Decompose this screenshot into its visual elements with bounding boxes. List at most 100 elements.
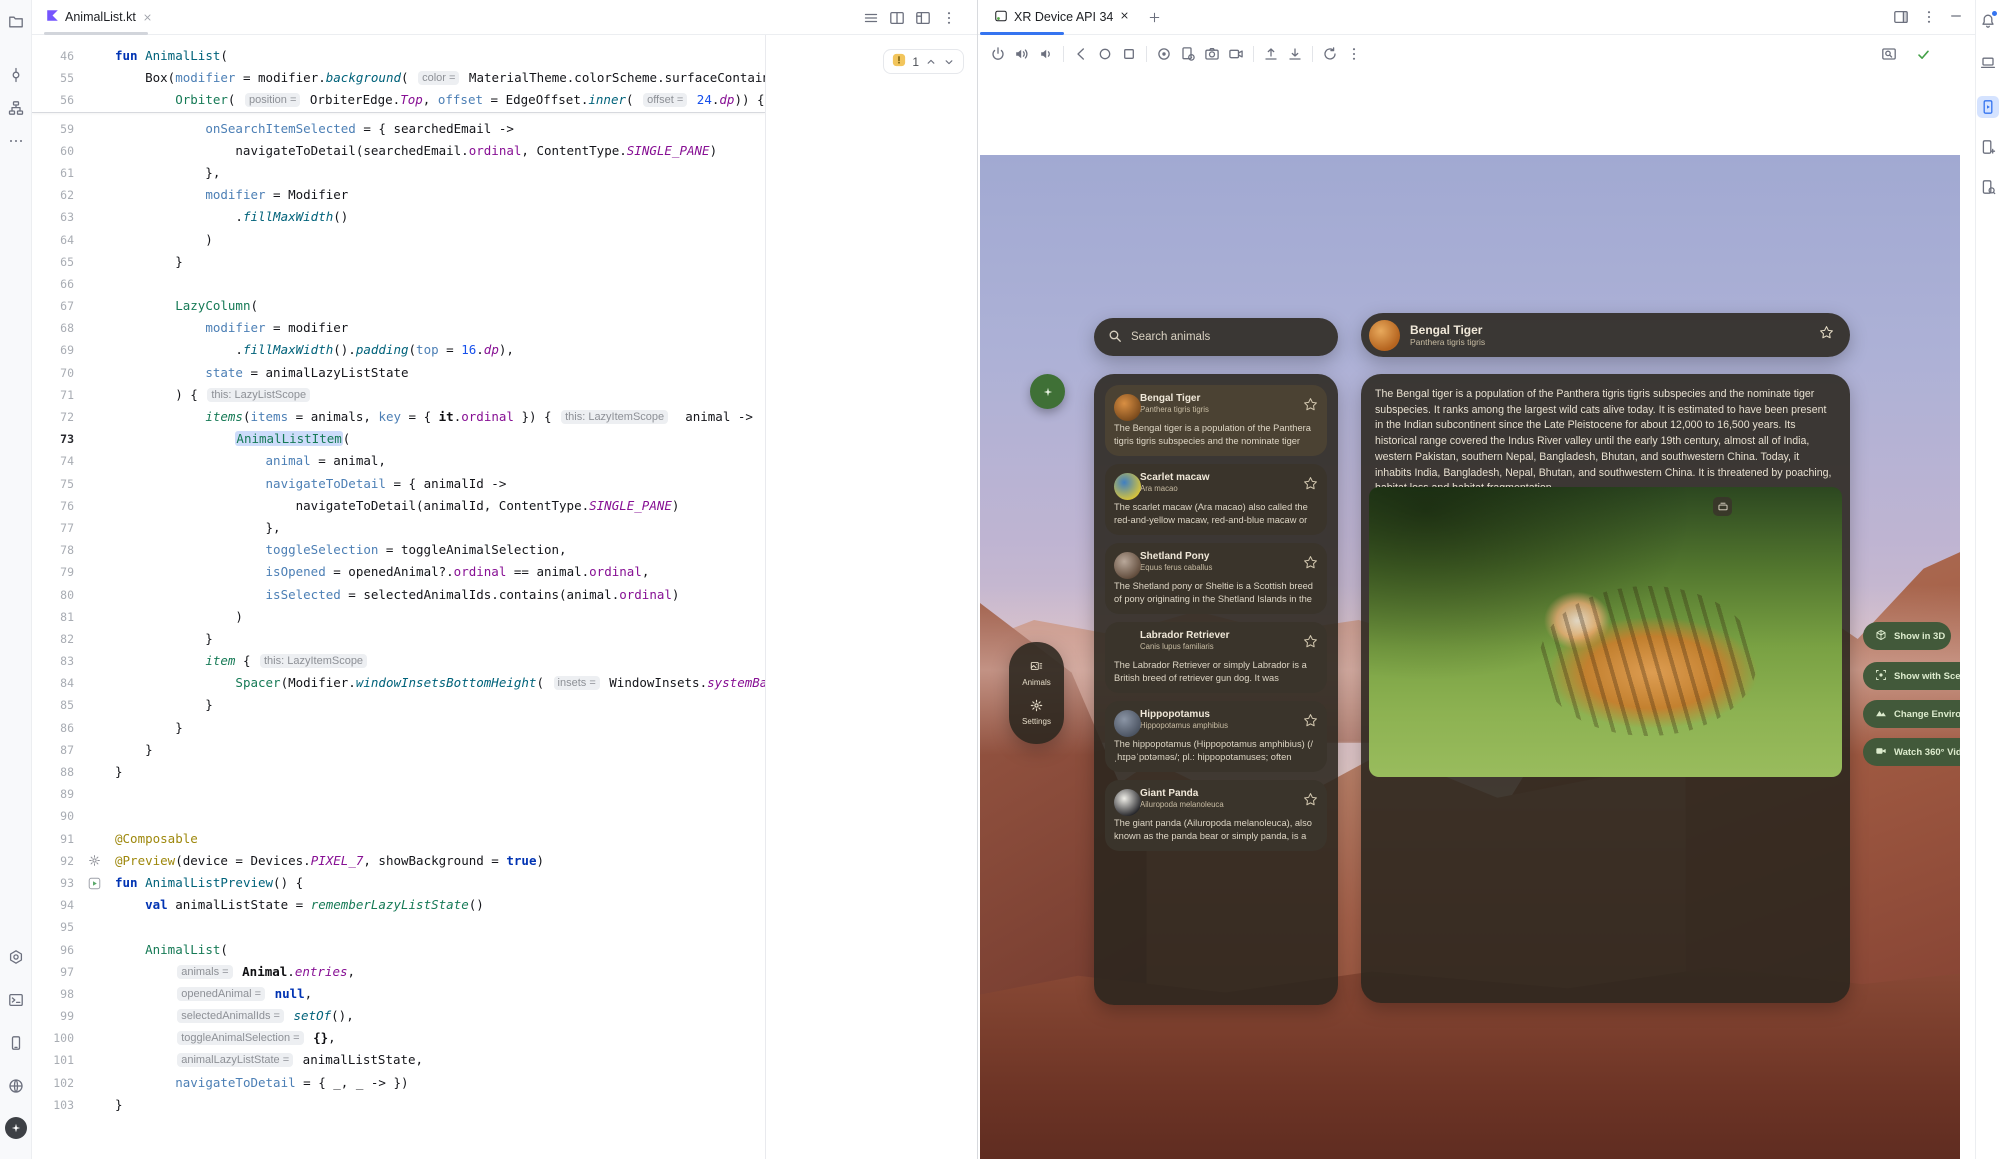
favorite-star-icon[interactable] [1303,792,1318,812]
volume-up-icon[interactable] [1010,42,1034,66]
nav-settings[interactable]: Settings [1022,699,1051,726]
screen-video-icon[interactable] [1224,42,1248,66]
snapshot-reset-icon[interactable] [1318,42,1342,66]
hide-panel-icon[interactable] [1949,9,1963,25]
home-icon[interactable] [1093,42,1117,66]
line-number: 95 [32,916,74,938]
panel-more-icon[interactable] [1921,9,1937,25]
code-line: 62 modifier = Modifier [32,184,765,206]
fit-to-window-icon[interactable] [1877,42,1901,66]
editor-scrollbar[interactable] [752,35,765,1159]
favorite-star-icon[interactable] [1303,397,1318,417]
animal-name: Hippopotamus [1140,709,1228,721]
animal-card[interactable]: Bengal TigerPanthera tigris tigrisThe Be… [1105,385,1327,456]
device-pairing-icon[interactable] [1977,136,1999,158]
notifications-icon[interactable] [1977,10,1999,32]
sticky-lines: 46fun AnimalList(55 Box(modifier = modif… [32,35,765,113]
code-line: 64 ) [32,229,765,251]
commit-icon[interactable] [4,63,28,87]
code-text: item { this: LazyItemScope [115,650,369,672]
more-tool-windows-icon[interactable] [4,129,28,153]
animal-card-header: HippopotamusHippopotamus amphibius [1114,709,1318,735]
line-number: 93 [32,872,74,894]
favorite-star-icon[interactable] [1303,476,1318,496]
favorite-star-icon[interactable] [1303,713,1318,733]
animal-card[interactable]: Scarlet macawAra macaoThe scarlet macaw … [1105,464,1327,535]
prev-issue-icon[interactable] [925,56,937,68]
upload-icon[interactable] [1259,42,1283,66]
code-line: 77 }, [32,517,765,539]
screen-record-icon[interactable] [1152,42,1176,66]
xr-device-screen[interactable]: Search animals Bengal TigerPanthera tigr… [980,155,1960,1159]
terminal-icon[interactable] [4,988,28,1012]
show-in-3d-button[interactable]: Show in 3D [1863,622,1951,650]
line-number: 61 [32,162,74,184]
device-manager-icon[interactable] [1977,52,1999,74]
animal-card[interactable]: Giant PandaAiluropoda melanoleucaThe gia… [1105,780,1327,851]
overview-icon[interactable] [1117,42,1141,66]
panel-layout-icon[interactable] [1893,9,1909,25]
line-number: 102 [32,1072,74,1094]
tab-animallist-kt[interactable]: AnimalList.kt [32,0,163,34]
favorite-star-icon[interactable] [1303,634,1318,654]
watch-360-video-button[interactable]: Watch 360° Video [1863,738,1960,766]
device-settings-icon[interactable] [1176,42,1200,66]
search-input[interactable]: Search animals [1094,318,1338,356]
animal-card[interactable]: HippopotamusHippopotamus amphibiusThe hi… [1105,701,1327,772]
project-folder-icon[interactable] [4,10,28,34]
line-number: 89 [32,783,74,805]
animal-card[interactable]: Labrador RetrieverCanis lupus familiaris… [1105,622,1327,693]
structure-icon[interactable] [4,96,28,120]
close-device-tab-icon[interactable] [1119,10,1130,24]
build-icon[interactable] [4,945,28,969]
change-environment-button[interactable]: Change Environment [1863,700,1960,728]
resource-explorer-icon[interactable] [1977,176,1999,198]
screenshot-camera-icon[interactable] [1200,42,1224,66]
code-text: } [115,761,123,783]
add-device-tab-icon[interactable] [1148,11,1161,24]
structure-view-icon[interactable] [863,10,879,26]
volume-down-icon[interactable] [1034,42,1058,66]
code-line: 100 toggleAnimalSelection = {}, [32,1027,765,1049]
power-icon[interactable] [986,42,1010,66]
running-devices-icon[interactable] [1977,96,1999,118]
status-check-icon[interactable] [1911,42,1935,66]
code-editor[interactable]: 46fun AnimalList(55 Box(modifier = modif… [32,35,765,1159]
line-number: 76 [32,495,74,517]
animal-card-titles: Bengal TigerPanthera tigris tigris [1140,393,1209,415]
line-number: 82 [32,628,74,650]
detail-header-card[interactable]: Bengal Tiger Panthera tigris tigris [1361,313,1850,357]
back-icon[interactable] [1069,42,1093,66]
inspections-widget[interactable]: 1 [883,49,964,74]
editor-more-icon[interactable] [941,10,957,26]
line-number: 87 [32,739,74,761]
preview-settings-icon[interactable] [74,854,115,867]
favorite-star-icon[interactable] [1819,325,1834,345]
favorite-star-icon[interactable] [1303,555,1318,575]
device-explorer-icon[interactable] [4,1031,28,1055]
editor-split-empty[interactable]: 1 [765,35,977,1159]
toolbar-more-icon[interactable] [1342,42,1366,66]
nav-animals[interactable]: Animals [1022,660,1050,687]
device-toolbar [978,35,1975,73]
environment-button[interactable] [1030,374,1065,409]
close-tab-icon[interactable] [142,12,153,23]
photo-expand-button[interactable] [1713,497,1732,516]
globe-icon[interactable] [4,1074,28,1098]
animal-card[interactable]: Shetland PonyEquus ferus caballusThe She… [1105,543,1327,614]
tab-xr-device[interactable]: XR Device API 34 [986,0,1138,34]
show-with-scenery-button[interactable]: Show with Scenery [1863,662,1960,690]
split-editor-icon[interactable] [889,10,905,26]
layout-editor-icon[interactable] [915,10,931,26]
code-line: 97 animals = Animal.entries, [32,961,765,983]
run-preview-icon[interactable] [74,877,115,890]
line-number: 55 [32,67,74,89]
code-line: 59 onSearchItemSelected = { searchedEmai… [32,118,765,140]
line-number: 92 [32,850,74,872]
animal-card-titles: HippopotamusHippopotamus amphibius [1140,709,1228,731]
search-icon [1108,329,1122,346]
assistant-icon[interactable] [5,1117,27,1139]
pill-label: Watch 360° Video [1894,747,1960,758]
download-icon[interactable] [1283,42,1307,66]
next-issue-icon[interactable] [943,56,955,68]
